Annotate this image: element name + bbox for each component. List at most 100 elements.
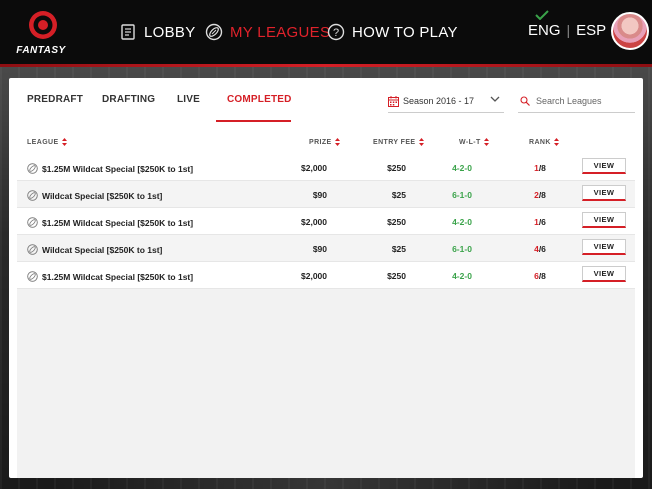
help-icon: ? xyxy=(327,23,345,41)
football-icon xyxy=(205,23,223,41)
language-eng[interactable]: ENG xyxy=(528,22,561,39)
calendar-icon xyxy=(388,95,399,107)
tab-live[interactable]: LIVE xyxy=(177,94,200,105)
check-icon xyxy=(535,10,549,20)
football-icon xyxy=(27,271,38,282)
sort-icon xyxy=(483,138,489,146)
column-entry-fee-label: ENTRY FEE xyxy=(373,138,416,146)
league-name: $1.25M Wildcat Special [$250K to 1st] xyxy=(42,217,194,228)
wlt-cell: 6-1-0 xyxy=(452,244,472,254)
column-league[interactable]: LEAGUE xyxy=(27,138,67,146)
wlt-cell: 6-1-0 xyxy=(452,190,472,200)
table-row: Wildcat Special [$250K to 1st] $90 $25 6-1-… xyxy=(17,235,635,262)
rank-total: /8 xyxy=(538,190,546,200)
league-name: Wildcat Special [$250K to 1st] xyxy=(42,244,163,255)
view-button[interactable]: VIEW xyxy=(582,266,626,282)
table-row: $1.25M Wildcat Special [$250K to 1st] $2,… xyxy=(17,208,635,235)
prize-cell: $90 xyxy=(312,190,327,200)
column-rank[interactable]: RANK xyxy=(529,138,559,146)
view-button[interactable]: VIEW xyxy=(582,239,626,255)
table-row: $1.25M Wildcat Special [$250K to 1st] $2,… xyxy=(17,154,635,181)
view-button[interactable]: VIEW xyxy=(582,185,626,201)
lobby-icon xyxy=(121,24,135,40)
rank-total: /6 xyxy=(538,244,546,254)
table-header: LEAGUE PRIZE ENTRY FEE W-L-T RANK xyxy=(17,130,635,155)
column-prize-label: PRIZE xyxy=(309,138,332,146)
search-icon xyxy=(520,96,530,106)
wlt-cell: 4-2-0 xyxy=(452,217,472,227)
target-logo-icon xyxy=(29,11,57,39)
column-prize[interactable]: PRIZE xyxy=(309,138,340,146)
active-tab-indicator xyxy=(216,120,291,122)
nav-my-leagues-label: MY LEAGUES xyxy=(230,23,331,41)
tab-completed[interactable]: COMPLETED xyxy=(227,94,292,105)
rank-total: /8 xyxy=(538,271,546,281)
prize-cell: $2,000 xyxy=(301,271,327,281)
fantasy-logo[interactable]: FANTASY xyxy=(6,10,76,58)
nav-lobby[interactable]: LOBBY xyxy=(119,21,196,43)
table-row: $1.25M Wildcat Special [$250K to 1st] $2,… xyxy=(17,262,635,289)
prize-cell: $2,000 xyxy=(301,163,327,173)
entry-fee-cell: $25 xyxy=(391,244,406,254)
season-select[interactable]: Season 2016 - 17 xyxy=(388,90,504,113)
svg-text:?: ? xyxy=(333,27,339,39)
user-avatar[interactable] xyxy=(611,12,649,50)
league-name: $1.25M Wildcat Special [$250K to 1st] xyxy=(42,163,194,174)
column-entry-fee[interactable]: ENTRY FEE xyxy=(373,138,424,146)
nav-how-to-play[interactable]: ? HOW TO PLAY xyxy=(327,21,458,43)
football-icon xyxy=(27,190,38,201)
rank-cell: 1/6 xyxy=(520,217,560,227)
search-input[interactable] xyxy=(536,96,632,106)
nav-how-to-play-label: HOW TO PLAY xyxy=(352,23,458,41)
rank-total: /6 xyxy=(538,217,546,227)
view-button[interactable]: VIEW xyxy=(582,158,626,174)
rank-total: /8 xyxy=(538,163,546,173)
column-rank-label: RANK xyxy=(529,138,551,146)
season-value: Season 2016 - 17 xyxy=(403,96,475,106)
football-icon xyxy=(27,163,38,174)
league-cell: $1.25M Wildcat Special [$250K to 1st] xyxy=(27,271,193,282)
language-esp[interactable]: ESP xyxy=(576,22,606,39)
language-separator: | xyxy=(566,22,571,38)
sort-icon xyxy=(553,138,559,146)
view-button[interactable]: VIEW xyxy=(582,212,626,228)
column-wlt-label: W-L-T xyxy=(459,138,481,146)
brand-name: FANTASY xyxy=(16,45,66,56)
league-cell: Wildcat Special [$250K to 1st] xyxy=(27,190,162,201)
league-cell: $1.25M Wildcat Special [$250K to 1st] xyxy=(27,163,193,174)
search-box xyxy=(518,90,635,113)
tab-predraft[interactable]: PREDRAFT xyxy=(27,94,83,105)
sort-icon xyxy=(334,138,340,146)
entry-fee-cell: $250 xyxy=(387,217,406,227)
leagues-table: LEAGUE PRIZE ENTRY FEE W-L-T RANK $1.25M… xyxy=(17,130,635,478)
column-wlt[interactable]: W-L-T xyxy=(459,138,489,146)
my-leagues-panel: PREDRAFT DRAFTING LIVE COMPLETED Season … xyxy=(9,78,643,478)
rank-cell: 2/8 xyxy=(520,190,560,200)
wlt-cell: 4-2-0 xyxy=(452,163,472,173)
column-league-label: LEAGUE xyxy=(27,138,59,146)
wlt-cell: 4-2-0 xyxy=(452,271,472,281)
tab-drafting[interactable]: DRAFTING xyxy=(102,94,155,105)
nav-lobby-label: LOBBY xyxy=(144,23,196,41)
table-row: Wildcat Special [$250K to 1st] $90 $25 6-1-… xyxy=(17,181,635,208)
entry-fee-cell: $250 xyxy=(387,271,406,281)
prize-cell: $2,000 xyxy=(301,217,327,227)
football-icon xyxy=(27,244,38,255)
sort-icon xyxy=(418,138,424,146)
football-icon xyxy=(27,217,38,228)
entry-fee-cell: $25 xyxy=(391,190,406,200)
sort-icon xyxy=(61,138,67,146)
league-name: $1.25M Wildcat Special [$250K to 1st] xyxy=(42,271,194,282)
header-accent-line xyxy=(0,64,652,67)
rank-cell: 1/8 xyxy=(520,163,560,173)
prize-cell: $90 xyxy=(312,244,327,254)
top-header: FANTASY LOBBY MY LEAGUES ? HOW TO PLAY E… xyxy=(0,0,652,64)
league-name: Wildcat Special [$250K to 1st] xyxy=(42,190,163,201)
nav-my-leagues[interactable]: MY LEAGUES xyxy=(205,21,330,43)
language-switcher: ENG | ESP xyxy=(528,22,606,39)
chevron-down-icon xyxy=(490,96,500,102)
league-cell: Wildcat Special [$250K to 1st] xyxy=(27,244,162,255)
league-cell: $1.25M Wildcat Special [$250K to 1st] xyxy=(27,217,193,228)
rank-cell: 6/8 xyxy=(520,271,560,281)
entry-fee-cell: $250 xyxy=(387,163,406,173)
